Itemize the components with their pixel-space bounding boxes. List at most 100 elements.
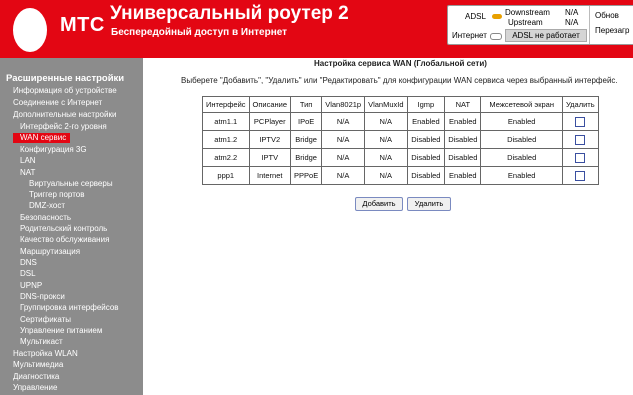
sidebar-item-management[interactable]: Управление bbox=[13, 383, 57, 393]
table-cell: Disabled bbox=[406, 166, 446, 185]
column-header: Тип bbox=[290, 96, 323, 113]
sidebar-item-wlan-settings[interactable]: Настройка WLAN bbox=[13, 349, 78, 359]
sidebar-item-power-management[interactable]: Управление питанием bbox=[20, 326, 102, 336]
table-cell: Disabled bbox=[480, 148, 563, 167]
table-cell: N/A bbox=[321, 130, 366, 149]
table-row: ppp1 Internet PPPoE N/A N/A Disabled Ena… bbox=[202, 166, 599, 185]
sidebar-item-dmz-host[interactable]: DMZ-хост bbox=[29, 201, 65, 211]
column-header: Vlan8021p bbox=[321, 96, 366, 113]
sidebar-item-dsl[interactable]: DSL bbox=[20, 269, 36, 279]
table-cell: IPTV2 bbox=[248, 130, 292, 149]
table-cell: Disabled bbox=[480, 130, 563, 149]
table-cell: atm2.2 bbox=[202, 148, 250, 167]
adsl-indicator-icon bbox=[492, 14, 502, 19]
sidebar-item-device-info[interactable]: Информация об устройстве bbox=[13, 86, 117, 96]
table-cell: Disabled bbox=[406, 148, 446, 167]
table-header-row: Интерфейс Описание Тип Vlan8021p VlanMux… bbox=[202, 96, 599, 113]
instructions-text: Выберете "Добавить", "Удалить" или "Реда… bbox=[181, 76, 618, 85]
sidebar: Расширенные настройки Информация об устр… bbox=[0, 58, 143, 395]
sidebar-item-advanced-settings[interactable]: Дополнительные настройки bbox=[13, 110, 116, 120]
sidebar-item-dns[interactable]: DNS bbox=[20, 258, 37, 268]
page-title: Универсальный роутер 2 bbox=[110, 3, 349, 24]
upstream-value: N/A bbox=[565, 18, 579, 27]
table-cell: Bridge bbox=[290, 148, 323, 167]
remove-cell bbox=[561, 112, 599, 131]
sidebar-item-internet-connection[interactable]: Соединение с Интернет bbox=[13, 98, 102, 108]
header-bar: МТС Универсальный роутер 2 Беспередойный… bbox=[0, 0, 633, 58]
downstream-value: N/A bbox=[565, 8, 579, 17]
remove-button[interactable]: Удалить bbox=[407, 197, 451, 211]
internet-indicator-icon bbox=[490, 33, 502, 40]
table-cell: Enabled bbox=[480, 166, 563, 185]
table-cell: Disabled bbox=[444, 130, 482, 149]
table-cell: N/A bbox=[364, 166, 408, 185]
table-cell: Disabled bbox=[406, 130, 446, 149]
sidebar-item-multicast[interactable]: Мультикаст bbox=[20, 337, 63, 347]
sidebar-item-parental-control[interactable]: Родительский контроль bbox=[20, 224, 107, 234]
column-header: Интерфейс bbox=[202, 96, 250, 113]
mts-egg-logo bbox=[13, 8, 47, 52]
table-row: atm1.2 IPTV2 Bridge N/A N/A Disabled Dis… bbox=[202, 130, 599, 149]
table-cell: ppp1 bbox=[202, 166, 250, 185]
adsl-label: ADSL bbox=[465, 12, 486, 21]
sidebar-item-virtual-servers[interactable]: Виртуальные серверы bbox=[29, 179, 113, 189]
table-cell: Disabled bbox=[444, 148, 482, 167]
table-cell: atm1.1 bbox=[202, 112, 250, 131]
table-cell: PPPoE bbox=[290, 166, 323, 185]
section-title: Настройка сервиса WAN (Глобальной сети) bbox=[314, 59, 487, 68]
sidebar-item-certificates[interactable]: Сертификаты bbox=[20, 315, 71, 325]
table-cell: N/A bbox=[321, 148, 366, 167]
remove-checkbox[interactable] bbox=[575, 116, 586, 127]
sidebar-item-qos[interactable]: Качество обслуживания bbox=[20, 235, 109, 245]
sidebar-item-interface-grouping[interactable]: Группировка интерфейсов bbox=[20, 303, 119, 313]
page-subtitle: Беспередойный доступ в Интернет bbox=[111, 27, 288, 38]
table-cell: N/A bbox=[321, 166, 366, 185]
wan-services-table: Интерфейс Описание Тип Vlan8021p VlanMux… bbox=[202, 96, 599, 185]
table-cell: Enabled bbox=[444, 166, 482, 185]
adsl-status-badge: ADSL не работает bbox=[505, 29, 587, 42]
table-cell: N/A bbox=[364, 112, 408, 131]
table-cell: N/A bbox=[321, 112, 366, 131]
remove-cell bbox=[561, 148, 599, 167]
table-cell: Enabled bbox=[444, 112, 482, 131]
sidebar-item-nat[interactable]: NAT bbox=[20, 168, 35, 178]
table-cell: Enabled bbox=[480, 112, 563, 131]
sidebar-item-multimedia[interactable]: Мультимедиа bbox=[13, 360, 63, 370]
column-header: Igmp bbox=[406, 96, 446, 113]
remove-cell bbox=[561, 130, 599, 149]
add-button[interactable]: Добавить bbox=[355, 197, 403, 211]
panel-divider bbox=[589, 6, 590, 44]
column-header: NAT bbox=[444, 96, 482, 113]
column-header: Удалить bbox=[561, 96, 599, 113]
sidebar-item-wan-service[interactable]: WAN сервис bbox=[13, 133, 71, 143]
sidebar-item-port-trigger[interactable]: Триггер портов bbox=[29, 190, 84, 200]
table-row: atm2.2 IPTV Bridge N/A N/A Disabled Disa… bbox=[202, 148, 599, 167]
sidebar-item-3g-config[interactable]: Конфигурация 3G bbox=[20, 145, 87, 155]
remove-checkbox[interactable] bbox=[575, 134, 586, 145]
sidebar-item-diagnostics[interactable]: Диагностика bbox=[13, 372, 59, 382]
sidebar-item-routing[interactable]: Маршрутизация bbox=[20, 247, 80, 257]
upstream-label: Upstream bbox=[508, 18, 543, 27]
column-header: Описание bbox=[248, 96, 292, 113]
update-link[interactable]: Обнов bbox=[595, 11, 619, 20]
sidebar-item-upnp[interactable]: UPNP bbox=[20, 281, 42, 291]
connection-status-panel: ADSL Downstream N/A Upstream N/A Интерне… bbox=[447, 5, 633, 45]
sidebar-item-lan[interactable]: LAN bbox=[20, 156, 36, 166]
table-cell: N/A bbox=[364, 148, 408, 167]
table-cell: Internet bbox=[248, 166, 292, 185]
internet-label: Интернет bbox=[452, 31, 487, 40]
table-cell: PCPlayer bbox=[248, 112, 292, 131]
table-cell: Enabled bbox=[406, 112, 446, 131]
table-cell: N/A bbox=[364, 130, 408, 149]
column-header: Межсетевой экран bbox=[480, 96, 563, 113]
brand-name: МТС bbox=[60, 14, 105, 36]
remove-checkbox[interactable] bbox=[575, 152, 586, 163]
sidebar-item-security[interactable]: Безопасность bbox=[20, 213, 71, 223]
table-row: atm1.1 PCPlayer IPoE N/A N/A Enabled Ena… bbox=[202, 112, 599, 131]
remove-checkbox[interactable] bbox=[575, 170, 586, 181]
reboot-link[interactable]: Перезагр bbox=[595, 26, 629, 35]
table-cell: atm1.2 bbox=[202, 130, 250, 149]
table-cell: Bridge bbox=[290, 130, 323, 149]
sidebar-item-layer2-interface[interactable]: Интерфейс 2-го уровня bbox=[20, 122, 107, 132]
sidebar-item-dns-proxy[interactable]: DNS-прокси bbox=[20, 292, 65, 302]
